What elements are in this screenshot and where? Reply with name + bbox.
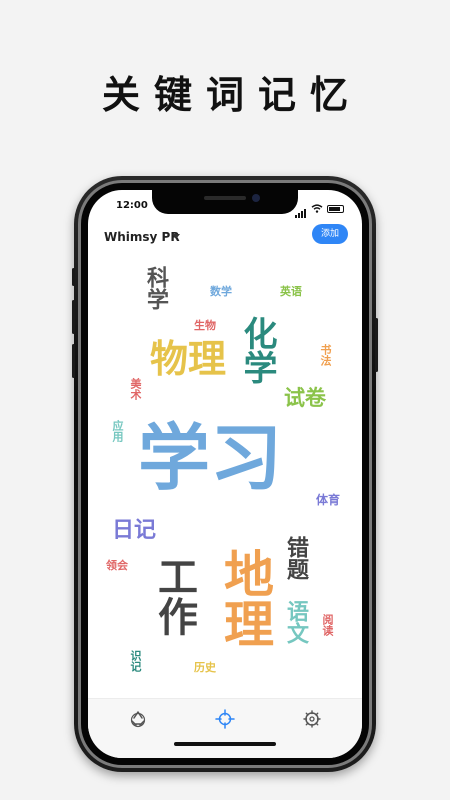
phone-power-button (375, 318, 378, 372)
keyword-word[interactable]: 语文 (283, 600, 308, 644)
keyword-word[interactable]: 学习 (138, 422, 282, 494)
keyword-word[interactable]: 科学 (143, 266, 168, 310)
keyword-word[interactable]: 书法 (319, 344, 332, 366)
keyword-word[interactable]: 领会 (106, 560, 128, 571)
keyword-word[interactable]: 化学 (237, 316, 277, 384)
phone-volume-down-button (72, 344, 75, 378)
bottom-tab-bar (88, 698, 362, 758)
home-indicator[interactable] (174, 742, 276, 746)
gear-icon[interactable] (302, 709, 322, 729)
phone-volume-up-button (72, 300, 75, 334)
crosshair-icon[interactable] (215, 709, 235, 729)
keyword-word[interactable]: 工作 (151, 556, 197, 636)
keyword-word[interactable]: 美术 (129, 378, 142, 400)
keyword-word[interactable]: 日记 (112, 520, 156, 542)
app-header: Whimsy PR 添加 (88, 220, 362, 254)
wifi-icon (311, 204, 323, 213)
keyword-word[interactable]: 数学 (210, 286, 232, 297)
keyword-word[interactable]: 地理 (216, 548, 274, 648)
status-icons (295, 199, 344, 218)
keyword-word[interactable]: 试卷 (284, 388, 326, 409)
keyword-word[interactable]: 应用 (111, 420, 124, 442)
front-camera-icon (252, 194, 260, 202)
user-name[interactable]: Whimsy PR (104, 230, 180, 244)
phone-silent-switch (72, 268, 75, 286)
battery-icon (327, 204, 344, 213)
status-time: 12:00 (116, 200, 148, 211)
recycle-icon[interactable] (128, 709, 148, 729)
keyword-word[interactable]: 历史 (194, 662, 216, 673)
keyword-word[interactable]: 识记 (129, 650, 142, 672)
signal-icon (295, 199, 307, 218)
keyword-word[interactable]: 体育 (316, 494, 340, 506)
phone-screen: 12:00 Whimsy PR 添加 科学 数学 英语 生物 物理 化学 书法 … (88, 190, 362, 758)
keyword-word[interactable]: 生物 (194, 320, 216, 331)
keyword-word[interactable]: 阅读 (321, 614, 334, 636)
keyword-word[interactable]: 英语 (280, 286, 302, 297)
promo-headline: 关键词记忆 (101, 73, 362, 117)
add-button[interactable]: 添加 (311, 224, 348, 244)
keyword-word[interactable]: 错题 (283, 536, 308, 580)
phone-notch (152, 190, 298, 214)
keyword-word[interactable]: 物理 (150, 340, 226, 378)
keyword-cloud: 科学 数学 英语 生物 物理 化学 书法 美术 试卷 应用 学习 体育 日记 错… (88, 254, 362, 698)
caret-down-icon[interactable] (172, 234, 180, 239)
